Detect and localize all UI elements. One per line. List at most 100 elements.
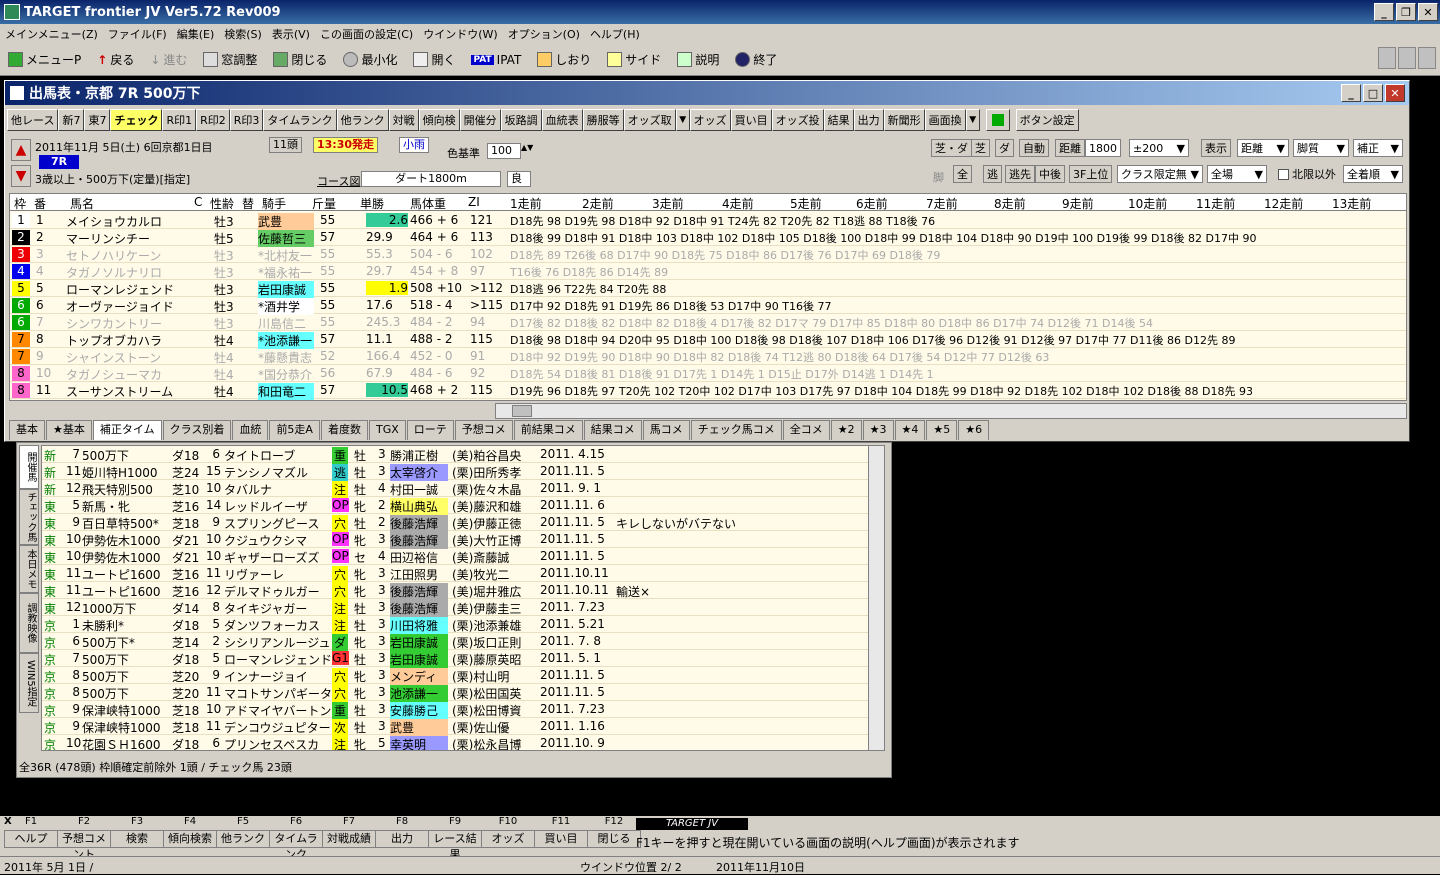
col-run6[interactable]: 6走前 xyxy=(856,195,888,212)
scroll-thumb[interactable] xyxy=(512,405,532,417)
vtab-win5[interactable]: WIN5指定 xyxy=(19,653,39,713)
folder-icon[interactable] xyxy=(1398,47,1416,69)
minimize-button[interactable]: _ xyxy=(1374,3,1394,21)
btn-odds-bet[interactable]: オッズ投 xyxy=(771,109,824,131)
side-icon-1[interactable] xyxy=(1378,47,1396,69)
fkey-action[interactable]: 傾向検索 xyxy=(163,830,217,848)
col-num[interactable]: 番 xyxy=(34,195,46,212)
screen-switch-dropdown-icon[interactable]: ▼ xyxy=(965,109,980,131)
fkey-action[interactable]: 対戦成績 xyxy=(322,830,376,848)
col-zi[interactable]: ZI xyxy=(468,195,480,209)
window-adjust-button[interactable]: 窓調整 xyxy=(195,51,265,68)
horse-row[interactable]: 3 3 セトノハリケーン 牡3 *北村友一 55 55.3 504 - 6 102 D18先 89… xyxy=(10,246,1406,263)
display-select[interactable]: 距離 ▼ xyxy=(1237,139,1289,157)
bookmark-button[interactable]: しおり xyxy=(529,51,599,68)
vtab-check-horses[interactable]: チェック馬 xyxy=(19,489,39,545)
btn-trend[interactable]: 傾向検 xyxy=(418,109,460,131)
col-waku[interactable]: 枠 xyxy=(14,195,26,212)
list-item[interactable]: 東 10 伊勢佐木1000 ダ21 10 ギャザーローズズ OP セ 4 田辺裕信 (美)斎藤誠 20… xyxy=(42,548,870,565)
fkey-f11[interactable]: F11 買い目 xyxy=(534,816,588,848)
menu-search[interactable]: 検索(S) xyxy=(219,26,267,42)
fkey-f7[interactable]: F7 対戦成績 xyxy=(322,816,376,848)
btn-buy[interactable]: 買い目 xyxy=(730,109,772,131)
menu-options[interactable]: オプション(O) xyxy=(503,26,585,42)
horse-row[interactable]: 8 11 スーサンストリーム 牡4 和田竜二 57 10.5 468 + 2 115 D19先 9… xyxy=(10,382,1406,400)
btn-pedigree[interactable]: 血統表 xyxy=(541,109,583,131)
horse-row[interactable]: 8 10 タガノシューマカ 牡4 *国分恭介 56 67.9 484 - 6 92 D18先 54… xyxy=(10,365,1406,382)
list-item[interactable]: 東 10 伊勢佐木1000 ダ21 10 クジュウクシマ OP 牝 3 後藤浩輝 (美)大竹正博 20… xyxy=(42,531,870,549)
list-item[interactable]: 東 11 ユートピ1600 芝16 11 リヴァーレ穴牝 3 江田照男 (美)牧光二 2011.1… xyxy=(42,565,870,583)
horse-row[interactable]: 6 6 オーヴァージョイド 牡3 *酒井学 55 17.6 518 - 4 >115 D17中 9… xyxy=(10,297,1406,315)
fkey-f5[interactable]: F5 他ランク xyxy=(216,816,270,848)
close-button[interactable]: ✕ xyxy=(1418,3,1438,21)
list-item[interactable]: 京 10 花園ＳＨ1600 ダ18 6 プリンセスペスカ注牝 5 幸英明 (栗)松永昌博 2011… xyxy=(42,735,870,750)
venue-select[interactable]: 全場 ▼ xyxy=(1207,165,1267,183)
vtab-today-memo[interactable]: 本日メモ xyxy=(19,545,39,593)
entry-minimize-button[interactable]: _ xyxy=(1341,84,1361,102)
col-run2[interactable]: 2走前 xyxy=(582,195,614,212)
btn-output[interactable]: 出力 xyxy=(853,109,884,131)
tab-12[interactable]: 馬コメ xyxy=(642,420,690,440)
minimize-all-button[interactable]: 最小化 xyxy=(335,51,405,68)
col-run11[interactable]: 11走前 xyxy=(1196,195,1235,212)
turf-dirt-button[interactable]: 芝・ダ xyxy=(931,139,972,157)
tab-18[interactable]: ★5 xyxy=(926,420,958,440)
fkey-action[interactable]: 出力 xyxy=(375,830,429,848)
btn-rmark1[interactable]: R印1 xyxy=(162,109,197,131)
side-button[interactable]: サイド xyxy=(599,51,669,68)
color-base-input[interactable]: 100 xyxy=(487,143,521,159)
horse-row[interactable]: 7 8 トップオブカハラ 牡4 *池添謙一 57 11.1 488 - 2 115 D18後 98… xyxy=(10,331,1406,349)
btn-meeting[interactable]: 開催分 xyxy=(459,109,501,131)
fkey-f10[interactable]: F10 オッズ xyxy=(481,816,535,848)
col-run3[interactable]: 3走前 xyxy=(652,195,684,212)
col-odds[interactable]: 単勝 xyxy=(360,195,384,212)
style-all-button[interactable]: 全 xyxy=(953,165,972,183)
menu-screen-settings[interactable]: この画面の設定(C) xyxy=(315,26,418,42)
menu-help[interactable]: ヘルプ(H) xyxy=(585,26,645,42)
course-map-link[interactable]: コース図 xyxy=(317,173,360,189)
tab-15[interactable]: ★2 xyxy=(830,420,862,440)
btn-rmark2[interactable]: R印2 xyxy=(196,109,230,131)
col-name[interactable]: 馬名 xyxy=(70,195,94,212)
order-select[interactable]: 全着順 ▼ xyxy=(1343,165,1403,183)
col-body-weight[interactable]: 馬体重 xyxy=(410,195,446,212)
tab-11[interactable]: 結果コメ xyxy=(583,420,642,440)
fkey-f1[interactable]: F1 ヘルプ xyxy=(4,816,58,848)
btn-odds-get[interactable]: オッズ取 xyxy=(623,109,676,131)
vtab-meeting-horses[interactable]: 開催馬 xyxy=(19,445,39,489)
fkey-action[interactable]: 他ランク xyxy=(216,830,270,848)
tab-7[interactable]: TGX xyxy=(368,420,406,440)
entry-maximize-button[interactable]: □ xyxy=(1363,84,1383,102)
col-jockey[interactable]: 騎手 xyxy=(262,195,286,212)
restore-button[interactable]: ❐ xyxy=(1396,3,1416,21)
tab-8[interactable]: ローテ xyxy=(406,420,454,440)
horse-row[interactable]: 2 2 マーリンシチー 牡5 佐藤哲三 57 29.9 464 + 6 113 D18後 99 D… xyxy=(10,229,1406,247)
horizontal-scrollbar[interactable] xyxy=(495,403,1407,419)
btn-result[interactable]: 結果 xyxy=(823,109,854,131)
ipat-button[interactable]: PAT IPAT xyxy=(463,53,529,67)
style-select[interactable]: 脚質 ▼ xyxy=(1293,139,1349,157)
fkey-action[interactable]: ヘルプ xyxy=(4,830,58,848)
col-weight-carried[interactable]: 斤量 xyxy=(312,195,336,212)
exit-button[interactable]: 終了 xyxy=(727,51,785,68)
turf-button[interactable]: 芝 xyxy=(971,139,990,157)
col-sex-age[interactable]: 性齢 xyxy=(210,195,234,212)
menu-view[interactable]: 表示(V) xyxy=(267,26,315,42)
list-item[interactable]: 東 11 ユートピ1600 芝16 12 デルマドゥルガー穴牝 3 後藤浩輝 (美)堀井雅広 20… xyxy=(42,582,870,600)
horse-row[interactable]: 7 9 シャインストーン 牡4 *藤懸貴志 52 166.4 452 - 0 91 D18中 92… xyxy=(10,348,1406,365)
entry-close-button[interactable]: ✕ xyxy=(1385,84,1405,102)
next-race-icon[interactable]: ▼ xyxy=(11,165,31,187)
col-run8[interactable]: 8走前 xyxy=(994,195,1026,212)
btn-button-settings[interactable]: ボタン設定 xyxy=(1015,109,1079,131)
menu-main[interactable]: メインメニュー(Z) xyxy=(0,26,103,42)
tab-6[interactable]: 着度数 xyxy=(320,420,368,440)
fkey-action[interactable]: 検索 xyxy=(110,830,164,848)
spin-icon[interactable]: ▲▼ xyxy=(521,143,533,152)
fkey-action[interactable]: レース結果 xyxy=(428,830,482,861)
fkey-action[interactable]: 予想コメント xyxy=(57,830,111,861)
tab-16[interactable]: ★3 xyxy=(862,420,894,440)
globe-icon[interactable] xyxy=(1418,47,1436,69)
list-item[interactable]: 新 7 500万下 ダ18 6 タイトローブ 重牡 3 勝浦正樹 (美)粕谷昌央 2011. 4.1… xyxy=(42,446,870,464)
tab-3[interactable]: クラス別着 xyxy=(162,420,232,440)
btn-odds[interactable]: オッズ xyxy=(689,109,731,131)
